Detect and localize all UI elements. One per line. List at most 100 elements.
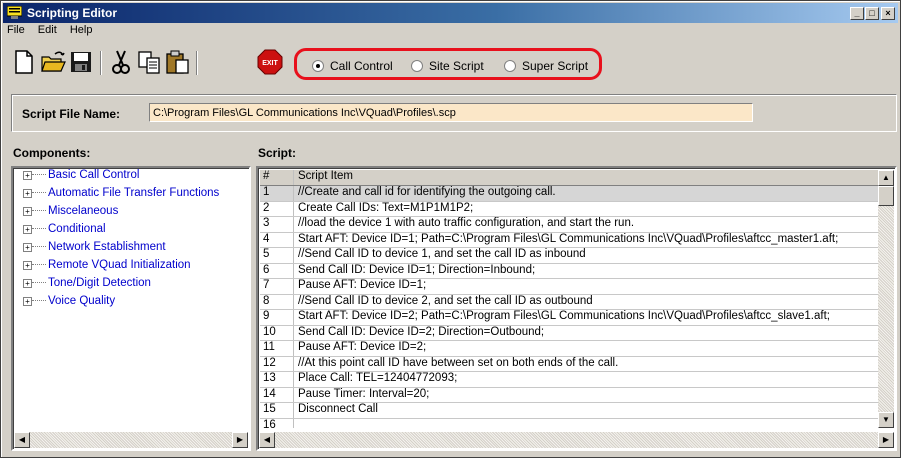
open-folder-icon[interactable] bbox=[40, 49, 66, 75]
script-file-field[interactable] bbox=[149, 103, 753, 122]
row-script-item: Create Call IDs: Text=M1P1M1P2; bbox=[298, 201, 474, 214]
exit-icon[interactable]: EXIT bbox=[257, 49, 283, 75]
scroll-up-icon[interactable]: ▲ bbox=[878, 170, 894, 186]
table-row[interactable]: 10 Send Call ID: Device ID=2; Direction=O… bbox=[260, 325, 890, 341]
row-number: 7 bbox=[260, 279, 294, 294]
table-row[interactable]: 15 Disconnect Call bbox=[260, 403, 890, 419]
column-header-script-item[interactable]: Script Item bbox=[296, 170, 353, 182]
menu-file[interactable]: File bbox=[7, 24, 25, 36]
expand-plus-icon[interactable]: + bbox=[23, 297, 32, 306]
components-hscrollbar[interactable]: ◀ ▶ bbox=[14, 432, 248, 448]
tree-item-network-establishment[interactable]: + Network Establishment bbox=[17, 241, 166, 259]
scroll-down-icon[interactable]: ▼ bbox=[878, 412, 894, 428]
table-row[interactable]: 6 Send Call ID: Device ID=1; Direction=In… bbox=[260, 263, 890, 279]
row-number: 15 bbox=[260, 403, 294, 418]
menu-help[interactable]: Help bbox=[70, 24, 93, 36]
row-number: 8 bbox=[260, 294, 294, 309]
row-script-item: Pause AFT: Device ID=1; bbox=[298, 279, 427, 291]
toolbar-separator bbox=[100, 51, 102, 75]
toolbar-separator bbox=[196, 51, 198, 75]
copy-icon[interactable] bbox=[136, 49, 162, 75]
save-icon[interactable] bbox=[68, 49, 94, 75]
expand-plus-icon[interactable]: + bbox=[23, 243, 32, 252]
expand-plus-icon[interactable]: + bbox=[23, 225, 32, 234]
radio-icon bbox=[504, 60, 516, 72]
expand-plus-icon[interactable]: + bbox=[23, 279, 32, 288]
table-row[interactable]: 1 //Create and call id for identifying th… bbox=[260, 186, 890, 202]
table-header: # Script Item bbox=[260, 170, 890, 186]
new-file-icon[interactable] bbox=[11, 49, 37, 75]
row-script-item: Place Call: TEL=12404772093; bbox=[298, 372, 458, 384]
row-number: 6 bbox=[260, 263, 294, 278]
tree-item-automatic-file-transfer[interactable]: + Automatic File Transfer Functions bbox=[17, 187, 219, 205]
row-script-item: Start AFT: Device ID=1; Path=C:\Program … bbox=[298, 232, 839, 245]
row-number: 9 bbox=[260, 310, 294, 325]
mode-call-control[interactable]: Call Control bbox=[312, 59, 393, 73]
table-row[interactable]: 4 Start AFT: Device ID=1; Path=C:\Program… bbox=[260, 232, 890, 248]
expand-plus-icon[interactable]: + bbox=[23, 207, 32, 216]
scripting-editor-window: Scripting Editor _ □ × File Edit Help EX… bbox=[0, 0, 901, 458]
table-row[interactable]: 8 //Send Call ID to device 2, and set the… bbox=[260, 294, 890, 310]
expand-plus-icon[interactable]: + bbox=[23, 261, 32, 270]
tree-item-conditional[interactable]: + Conditional bbox=[17, 223, 106, 241]
row-number: 3 bbox=[260, 217, 294, 232]
table-row[interactable]: 12 //At this point call ID have between s… bbox=[260, 356, 890, 372]
tree-item-miscelaneous[interactable]: + Miscelaneous bbox=[17, 205, 118, 223]
table-row[interactable]: 7 Pause AFT: Device ID=1; bbox=[260, 279, 890, 295]
scroll-left-icon[interactable]: ◀ bbox=[259, 432, 275, 448]
menu-bar: File Edit Help bbox=[7, 24, 102, 42]
row-script-item: //load the device 1 with auto traffic co… bbox=[298, 217, 635, 229]
table-row[interactable]: 5 //Send Call ID to device 1, and set the… bbox=[260, 248, 890, 264]
row-number: 16 bbox=[260, 418, 294, 428]
scroll-right-icon[interactable]: ▶ bbox=[232, 432, 248, 448]
row-script-item: Send Call ID: Device ID=2; Direction=Out… bbox=[298, 325, 545, 338]
table-row[interactable]: 9 Start AFT: Device ID=2; Path=C:\Program… bbox=[260, 310, 890, 326]
row-number: 5 bbox=[260, 248, 294, 263]
row-number: 4 bbox=[260, 232, 294, 247]
script-file-label: Script File Name: bbox=[22, 107, 121, 121]
minimize-button[interactable]: _ bbox=[850, 7, 864, 20]
scroll-left-icon[interactable]: ◀ bbox=[14, 432, 30, 448]
table-row[interactable]: 2 Create Call IDs: Text=M1P1M1P2; bbox=[260, 201, 890, 217]
table-row[interactable]: 11 Pause AFT: Device ID=2; bbox=[260, 341, 890, 357]
tree-item-tone-digit-detection[interactable]: + Tone/Digit Detection bbox=[17, 277, 151, 295]
scroll-right-icon[interactable]: ▶ bbox=[878, 432, 894, 448]
radio-selected-icon bbox=[312, 60, 324, 72]
table-row[interactable]: 13 Place Call: TEL=12404772093; bbox=[260, 372, 890, 388]
row-number: 11 bbox=[260, 341, 294, 356]
row-script-item: //At this point call ID have between set… bbox=[298, 356, 619, 369]
app-icon bbox=[7, 6, 22, 19]
title-bar[interactable]: Scripting Editor _ □ × bbox=[3, 3, 898, 23]
script-file-group: Script File Name: bbox=[11, 94, 897, 132]
maximize-button[interactable]: □ bbox=[865, 7, 879, 20]
script-grid: # Script Item 1 //Create and call id for … bbox=[256, 166, 897, 451]
menu-edit[interactable]: Edit bbox=[38, 24, 57, 36]
toolbar: EXIT Call Control Site Script Super Scri… bbox=[3, 43, 898, 80]
mode-site-script[interactable]: Site Script bbox=[411, 59, 484, 73]
cut-icon[interactable] bbox=[108, 49, 134, 75]
radio-icon bbox=[411, 60, 423, 72]
row-number: 14 bbox=[260, 387, 294, 402]
script-mode-group: Call Control Site Script Super Script bbox=[294, 48, 602, 80]
row-number: 12 bbox=[260, 356, 294, 371]
tree-item-voice-quality[interactable]: + Voice Quality bbox=[17, 295, 115, 313]
paste-icon[interactable] bbox=[165, 49, 191, 75]
scroll-thumb[interactable] bbox=[878, 186, 894, 206]
row-script-item: Pause Timer: Interval=20; bbox=[298, 387, 430, 400]
table-row[interactable]: 14 Pause Timer: Interval=20; bbox=[260, 387, 890, 403]
exit-label: EXIT bbox=[262, 60, 278, 67]
script-heading: Script: bbox=[258, 146, 297, 160]
tree-item-remote-vquad-init[interactable]: + Remote VQuad Initialization bbox=[17, 259, 191, 277]
script-vscrollbar[interactable]: ▲ ▼ bbox=[878, 170, 894, 428]
mode-super-script[interactable]: Super Script bbox=[504, 59, 588, 73]
table-row[interactable]: 3 //load the device 1 with auto traffic c… bbox=[260, 217, 890, 233]
column-header-number[interactable]: # bbox=[260, 170, 294, 185]
expand-plus-icon[interactable]: + bbox=[23, 189, 32, 198]
table-row[interactable]: 16 bbox=[260, 418, 890, 428]
components-heading: Components: bbox=[13, 146, 91, 160]
expand-plus-icon[interactable]: + bbox=[23, 171, 32, 180]
tree-item-basic-call-control[interactable]: + Basic Call Control bbox=[17, 169, 139, 187]
row-number: 10 bbox=[260, 325, 294, 340]
script-hscrollbar[interactable]: ◀ ▶ bbox=[259, 432, 894, 448]
close-button[interactable]: × bbox=[881, 7, 895, 20]
